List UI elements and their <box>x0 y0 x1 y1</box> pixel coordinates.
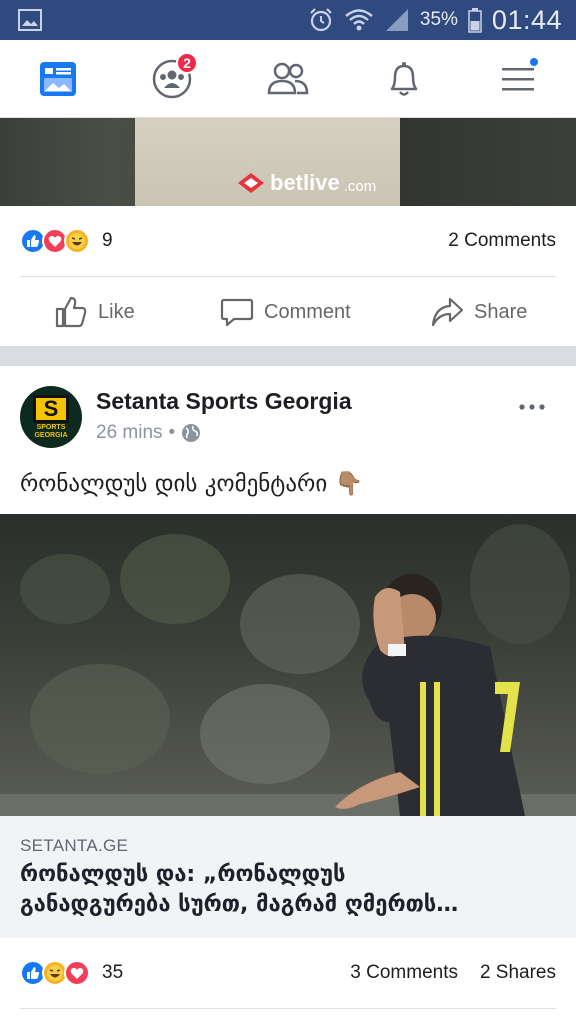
reaction-icons[interactable] <box>20 960 90 986</box>
comment-button[interactable]: Comment <box>220 294 351 330</box>
reaction-icons[interactable] <box>20 228 90 254</box>
comments-count[interactable]: 3 Comments <box>350 962 458 984</box>
like-label: Like <box>98 300 135 323</box>
friends-tab[interactable] <box>264 56 312 102</box>
alarm-icon <box>310 8 332 32</box>
divider <box>20 1008 556 1009</box>
crowd-blur <box>30 664 170 774</box>
betlive-watermark: betlive .com <box>236 170 376 196</box>
signal-icon <box>385 9 408 31</box>
post-reactions: 35 3 Comments 2 Shares <box>0 938 576 1008</box>
notifications-tab[interactable] <box>380 56 428 102</box>
comment-label: Comment <box>264 300 351 323</box>
status-bar: 35% 01:44 <box>0 0 576 40</box>
post-time[interactable]: 26 mins <box>96 422 163 444</box>
feed-separator <box>0 346 576 366</box>
globe-icon <box>182 424 201 442</box>
page-avatar[interactable]: S SPORTS GEORGIA <box>20 386 82 448</box>
link-preview[interactable]: SETANTA.GE რონალდუს და: „რონალდუს განადგ… <box>0 816 576 938</box>
love-reaction-icon <box>64 960 90 986</box>
reaction-count[interactable]: 9 <box>102 230 113 252</box>
news-feed-icon <box>40 62 76 96</box>
clock: 01:44 <box>491 4 562 35</box>
page-name[interactable]: Setanta Sports Georgia <box>96 388 352 415</box>
post-text: რონალდუს დის კომენტარი 👇🏽 <box>20 471 364 497</box>
link-title-line-2: განადგურება სურთ, მაგრამ ღმერთს… <box>20 892 459 917</box>
like-icon <box>55 296 87 328</box>
reaction-count[interactable]: 35 <box>102 962 123 984</box>
groups-tab[interactable]: 2 <box>148 52 198 102</box>
share-label: Share <box>474 300 528 323</box>
wifi-icon <box>345 9 373 31</box>
menu-tab[interactable] <box>494 56 542 102</box>
meta-separator: • <box>168 422 176 443</box>
notifications-icon <box>390 62 418 96</box>
top-nav-bar: 2 <box>0 40 576 118</box>
divider <box>20 276 556 277</box>
comment-icon <box>220 298 254 327</box>
crowd-blur <box>200 684 330 784</box>
battery-icon <box>468 8 482 33</box>
previous-post-reactions: 9 2 Comments <box>0 206 576 276</box>
groups-badge: 2 <box>176 52 198 74</box>
post-photo[interactable] <box>0 514 576 816</box>
previous-post-image[interactable]: betlive .com <box>0 118 576 206</box>
avatar-logo: S <box>33 394 69 423</box>
more-options-button[interactable] <box>518 390 546 418</box>
crowd-blur <box>120 534 230 624</box>
crowd-blur <box>20 554 110 624</box>
post-header: S SPORTS GEORGIA Setanta Sports Georgia … <box>0 366 576 464</box>
post-meta: 26 mins • <box>96 422 201 444</box>
news-feed-tab[interactable] <box>34 56 82 102</box>
link-title-line-1: რონალდუს და: „რონალდუს <box>20 862 346 887</box>
menu-notification-dot <box>528 56 540 68</box>
previous-post-actions: Like Comment Share <box>0 278 576 346</box>
friends-icon <box>267 62 309 95</box>
gallery-icon <box>18 9 42 31</box>
comments-count[interactable]: 2 Comments <box>448 230 556 252</box>
battery-percent: 35% <box>419 9 458 30</box>
more-icon <box>519 404 545 410</box>
share-icon <box>431 297 464 327</box>
watermark-suffix: .com <box>343 177 377 195</box>
watermark-text: betlive <box>270 170 340 195</box>
shares-count[interactable]: 2 Shares <box>480 962 556 984</box>
betlive-logo-icon <box>238 173 264 193</box>
link-domain: SETANTA.GE <box>20 836 129 855</box>
avatar-caption: SPORTS GEORGIA <box>34 423 68 439</box>
haha-reaction-icon <box>64 228 90 254</box>
player-figure <box>335 574 525 816</box>
like-button[interactable]: Like <box>54 294 135 330</box>
share-button[interactable]: Share <box>430 294 527 330</box>
